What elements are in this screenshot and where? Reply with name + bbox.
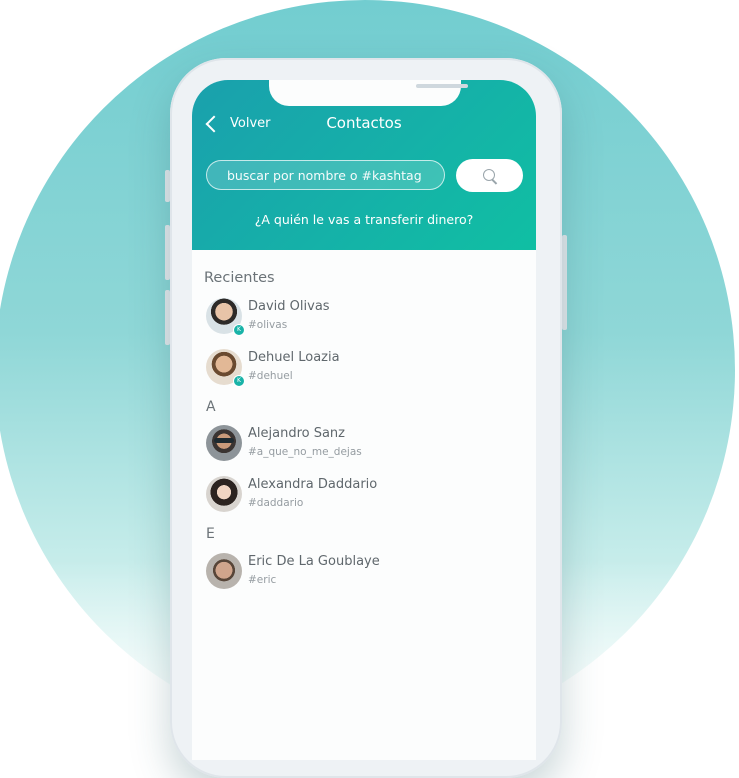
list-item[interactable]: K Dehuel Loazia #dehuel <box>204 349 524 393</box>
avatar <box>206 553 242 589</box>
contact-name: Eric De La Goublaye <box>248 554 380 569</box>
contact-name: Alejandro Sanz <box>248 426 345 441</box>
transfer-prompt: ¿A quién le vas a transferir dinero? <box>254 212 474 227</box>
kash-badge: K <box>233 375 245 387</box>
contact-tag: #olivas <box>248 319 288 331</box>
contact-tag: #eric <box>248 574 277 586</box>
section-header-a: A <box>206 399 216 415</box>
search-icon <box>482 168 497 184</box>
search-button[interactable] <box>456 159 523 192</box>
contact-name: Dehuel Loazia <box>248 350 340 365</box>
contact-tag: #a_que_no_me_dejas <box>248 446 362 458</box>
list-item[interactable]: Alexandra Daddario #daddario <box>204 476 524 520</box>
speaker-grille <box>416 84 468 88</box>
contact-tag: #dehuel <box>248 370 293 382</box>
search-input[interactable] <box>206 160 445 190</box>
page-title: Contactos <box>326 114 402 132</box>
phone-notch <box>269 80 468 106</box>
contact-name: David Olivas <box>248 299 330 314</box>
avatar <box>206 476 242 512</box>
list-item[interactable]: K David Olivas #olivas <box>204 298 524 342</box>
phone-screen: Volver Contactos ¿A quién le vas a trans… <box>192 80 536 760</box>
contact-name: Alexandra Daddario <box>248 477 378 492</box>
list-item[interactable]: Eric De La Goublaye #eric <box>204 553 524 597</box>
section-header-e: E <box>206 526 215 542</box>
avatar <box>206 425 242 461</box>
section-header-recent: Recientes <box>204 270 275 286</box>
phone-power-button <box>562 235 567 330</box>
list-item[interactable]: Alejandro Sanz #a_que_no_me_dejas <box>204 425 524 469</box>
contact-tag: #daddario <box>248 497 304 509</box>
kash-badge: K <box>233 324 245 336</box>
